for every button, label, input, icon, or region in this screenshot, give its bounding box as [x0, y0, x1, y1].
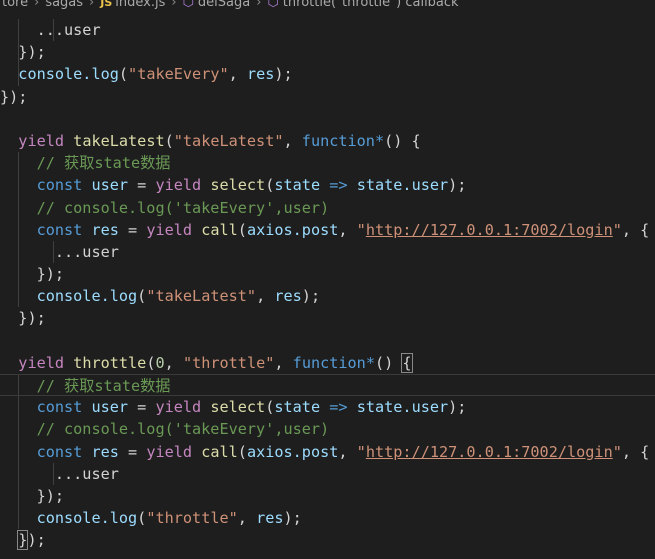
- code-line[interactable]: // 获取state数据: [0, 152, 655, 175]
- chevron-right-icon: ›: [171, 0, 177, 10]
- chevron-right-icon: ›: [34, 0, 40, 10]
- breadcrumb-item-function[interactable]: delSaga: [198, 0, 250, 10]
- code-line[interactable]: });: [0, 307, 655, 329]
- code-line[interactable]: ...user: [0, 462, 655, 485]
- function-icon: ⬡: [267, 0, 279, 10]
- code-line[interactable]: console.log("takeEvery", res);: [0, 63, 655, 86]
- code-line[interactable]: ...user: [0, 240, 655, 264]
- chevron-right-icon: ›: [256, 0, 262, 10]
- code-line[interactable]: yield throttle(0, "throttle", function*(…: [0, 352, 655, 374]
- code-line[interactable]: [0, 330, 655, 352]
- code-line[interactable]: console.log("throttle", res);: [0, 507, 655, 530]
- code-line[interactable]: console.log("takeLatest", res);: [0, 285, 655, 308]
- code-editor[interactable]: ...user }); console.log("takeEvery", res…: [0, 19, 655, 552]
- breadcrumb: tore › sagas › JS index.js › ⬡ delSaga › ⬡ throttle…: [0, 0, 655, 12]
- code-line[interactable]: });: [0, 263, 655, 286]
- breadcrumb-item-file[interactable]: index.js: [115, 0, 165, 10]
- code-line[interactable]: const res = yield call(axios.post, "http…: [0, 218, 655, 241]
- spread-user: ...user: [36, 21, 101, 39]
- code-line[interactable]: const user = yield select(state => state…: [0, 174, 655, 197]
- js-file-icon: JS: [100, 0, 113, 9]
- code-line[interactable]: });: [0, 41, 655, 64]
- code-line[interactable]: [0, 108, 655, 130]
- breadcrumb-item-store[interactable]: tore: [2, 0, 28, 10]
- code-line[interactable]: yield takeLatest("takeLatest", function*…: [0, 130, 655, 152]
- code-line-current[interactable]: // 获取state数据: [0, 374, 655, 397]
- code-line[interactable]: ...user: [0, 19, 655, 42]
- code-line[interactable]: // console.log('takeEvery',user): [0, 418, 655, 441]
- function-icon: ⬡: [182, 0, 194, 10]
- url-link[interactable]: http://127.0.0.1:7002/login: [366, 443, 613, 461]
- chevron-right-icon: ›: [89, 0, 95, 10]
- breadcrumb-item-callback[interactable]: throttle("throttle") callback: [283, 0, 459, 10]
- code-line[interactable]: // console.log('takeEvery',user): [0, 196, 655, 219]
- code-line[interactable]: });: [0, 86, 655, 108]
- code-line[interactable]: });: [0, 484, 655, 508]
- code-line[interactable]: const user = yield select(state => state…: [0, 396, 655, 419]
- code-line[interactable]: });: [0, 529, 655, 551]
- breadcrumb-item-sagas[interactable]: sagas: [45, 0, 83, 10]
- url-link[interactable]: http://127.0.0.1:7002/login: [366, 221, 613, 239]
- code-line[interactable]: const res = yield call(axios.post, "http…: [0, 440, 655, 463]
